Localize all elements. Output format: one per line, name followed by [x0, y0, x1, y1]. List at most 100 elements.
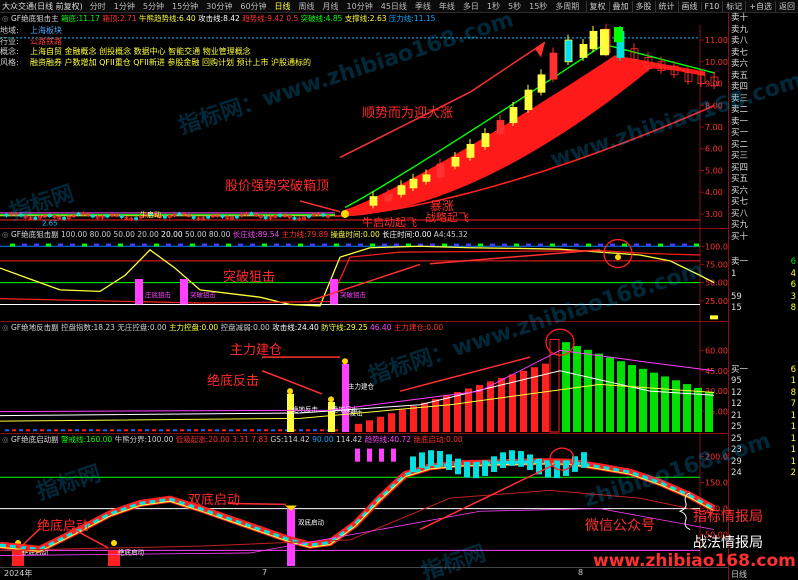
order-level-value: 3: [790, 291, 796, 302]
control-bar: [410, 406, 417, 432]
sniper-field-1: 80.00: [89, 230, 114, 239]
baseline-tick: [173, 429, 177, 432]
brand-label-1: 指标情报局: [693, 509, 763, 525]
build-bar: [342, 363, 349, 432]
timeframe-tab-7[interactable]: 周线: [295, 1, 319, 12]
control-bar: [366, 420, 373, 432]
baseline-tick: [222, 429, 226, 432]
baseline-tick: [131, 429, 135, 432]
control-bar: [399, 409, 406, 432]
start-field-4: 7.83: [251, 435, 271, 444]
toolbar-button-4[interactable]: 画线: [677, 1, 701, 12]
annotation-arrow: [469, 41, 546, 93]
timeframe-tab-2[interactable]: 5分钟: [139, 1, 168, 12]
baseline-tick: [180, 429, 184, 432]
signal-block: [130, 243, 135, 247]
order-mid-row: 15 8: [729, 303, 798, 315]
sniper-bar-label: 突破狙击: [190, 290, 217, 299]
signal-block: [710, 315, 718, 320]
toolbar-button-8[interactable]: 返回: [775, 1, 798, 12]
signal-block: [226, 243, 231, 247]
control-field-3: 控盘减弱:0.00: [220, 323, 273, 332]
baseline-tick: [138, 429, 142, 432]
candle: [397, 185, 406, 195]
stock-info-row: 概念: 上海自贸 金融概念 创投概念 数据中心 智能交通 物业管理概念: [0, 47, 335, 58]
start-bar: [410, 456, 416, 473]
timeframe-tab-5[interactable]: 60分钟: [236, 1, 270, 12]
timeframe-tab-12[interactable]: 年线: [435, 1, 459, 12]
timeframe-tab-8[interactable]: 月线: [319, 1, 343, 12]
timeframe-tab-0[interactable]: 分时: [86, 1, 110, 12]
control-indicator-pane[interactable]: 60.00 45.00 30.00 15.00 绝地反击 绝地反击 主力建仓 反击 ◎ GF绝…: [0, 322, 728, 434]
toolbar-button-1[interactable]: 叠加: [608, 1, 632, 12]
baseline-tick: [19, 429, 23, 432]
control-name: GF绝地反击副: [10, 323, 61, 332]
main-price-pane[interactable]: ◎ GF绝底狙击主 箱底:11.17 箱顶:2.71 牛熊趋势线:6.40 攻击…: [0, 13, 728, 229]
toolbar-right-buttons: 复权 叠加 多股 统计 画线 F10 标记 +自选 返回: [585, 0, 798, 12]
toolbar-button-6[interactable]: 标记: [722, 1, 745, 12]
start-bar: [500, 452, 506, 468]
signal-block: [358, 243, 363, 247]
control-bar: [650, 372, 658, 432]
control-bar: [672, 380, 680, 432]
timeframe-tab-9[interactable]: 10分钟: [343, 1, 377, 12]
order-level-label: 1: [731, 268, 737, 279]
annotation-start: 牛启动起飞: [362, 216, 417, 229]
order-level-label: 卖八: [731, 36, 749, 46]
baseline-tick: [166, 429, 170, 432]
baseline-tick: [54, 429, 58, 432]
order-buy-row: 12 8: [729, 388, 798, 400]
timeframe-tab-3[interactable]: 15分钟: [168, 1, 202, 12]
timeframe-tab-16[interactable]: 15秒: [525, 1, 551, 12]
candle: [263, 216, 268, 219]
signal-block: [274, 243, 279, 247]
baseline-tick: [236, 429, 240, 432]
signal-block: [154, 243, 159, 247]
order-level-label: 15: [731, 303, 742, 313]
control-bar: [595, 353, 603, 432]
timeframe-tab-6[interactable]: 日线: [271, 1, 295, 12]
sniper-field-9: 操盘时间:0.00: [330, 230, 383, 239]
timeframe-tab-17[interactable]: 多周期: [551, 1, 583, 12]
x-axis-label-year: 2024年: [4, 569, 33, 578]
start-field-2: 低吸起涨:20.00: [175, 435, 233, 444]
buy-level-row: 买一: [729, 128, 798, 140]
signal-block: [322, 243, 327, 247]
footer-url: www.zhibiao168.com: [593, 551, 796, 571]
baseline-tick: [194, 429, 198, 432]
stock-info-row: 行业: 公路铁路: [0, 37, 335, 48]
control-bar: [443, 395, 450, 432]
order-level-value: 2: [790, 468, 796, 478]
candle: [481, 133, 490, 147]
order-level-label: 卖十: [731, 13, 749, 23]
signal-block: [58, 243, 63, 247]
control-dot-icon: ◎: [2, 323, 11, 332]
timeframe-tab-4[interactable]: 30分钟: [202, 1, 236, 12]
control-bar: [432, 399, 439, 432]
control-chart[interactable]: 60.0045.0030.0015.00绝地反击 绝地反击主力建仓反击: [0, 322, 728, 434]
signal-block: [658, 243, 663, 247]
baseline-tick: [89, 429, 93, 432]
timeframe-tab-1[interactable]: 1分钟: [110, 1, 139, 12]
signal-block: [250, 243, 255, 247]
wechat-label: 微信公众号: [585, 518, 655, 534]
toolbar-button-0[interactable]: 复权: [585, 1, 609, 12]
toolbar-button-5[interactable]: F10: [700, 2, 723, 11]
baseline-tick: [278, 429, 282, 432]
buy-level-row: 买七: [729, 197, 798, 209]
toolbar-button-3[interactable]: 统计: [654, 1, 678, 12]
start-bar: [437, 451, 443, 467]
toolbar-button-2[interactable]: 多股: [631, 1, 655, 12]
control-field-1: 无庄控盘:0.00: [117, 323, 169, 332]
baseline-tick: [110, 429, 114, 432]
toolbar-button-7[interactable]: +自选: [745, 1, 775, 12]
x-axis-label-jul: 7: [262, 568, 268, 577]
order-level-value: 7: [790, 399, 796, 409]
stock-info-key: 概念:: [0, 47, 19, 56]
signal-block: [694, 243, 699, 247]
timeframe-tab-10[interactable]: 45日线: [377, 1, 411, 12]
control-bar: [606, 357, 614, 432]
timeframe-tab-11[interactable]: 季线: [411, 1, 435, 12]
signal-block: [262, 243, 267, 247]
control-bar: [628, 365, 636, 432]
